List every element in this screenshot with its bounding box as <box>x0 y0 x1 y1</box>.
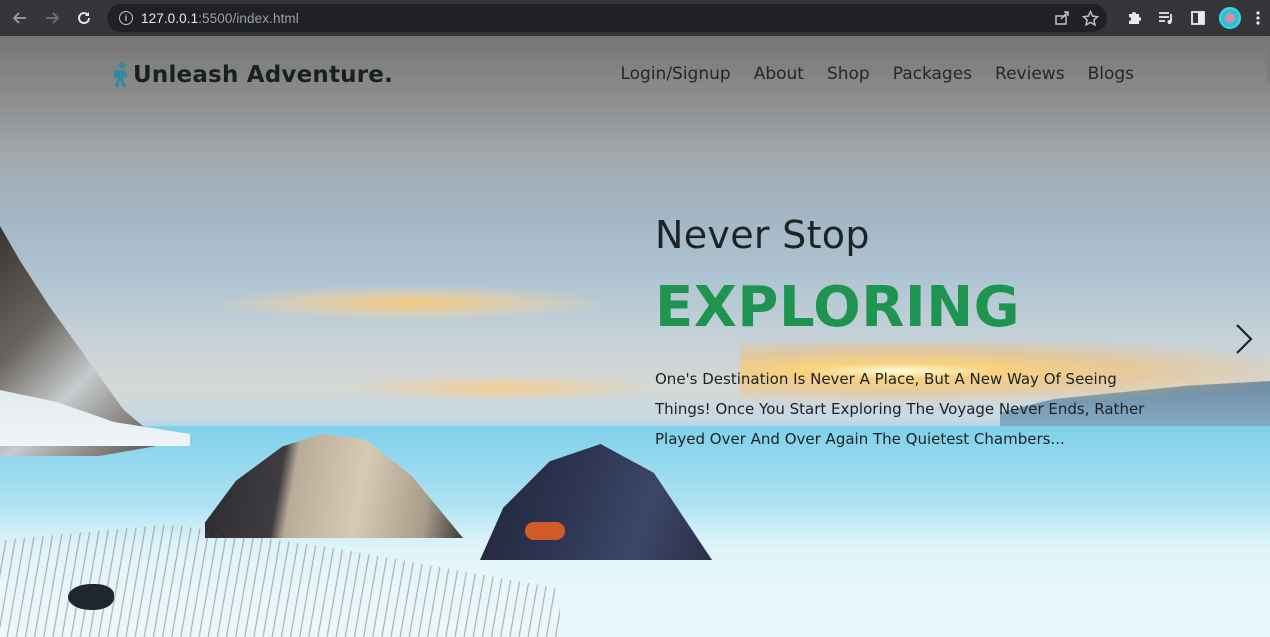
main-nav: Login/Signup About Shop Packages Reviews… <box>620 64 1134 84</box>
share-icon[interactable] <box>1054 10 1070 26</box>
next-slide-button[interactable] <box>1232 322 1256 356</box>
nav-login-signup[interactable]: Login/Signup <box>620 64 730 84</box>
url-text[interactable]: 127.0.0.1:5500/index.html <box>141 11 299 26</box>
chevron-right-icon <box>1236 324 1253 354</box>
profile-avatar[interactable] <box>1219 7 1241 29</box>
logo-text: Unleash Adventure. <box>133 62 394 88</box>
nav-about[interactable]: About <box>754 64 804 84</box>
media-queue-icon[interactable] <box>1150 0 1182 36</box>
arrow-left-icon <box>12 12 26 24</box>
info-icon[interactable]: i <box>119 11 133 25</box>
puzzle-icon[interactable] <box>1118 0 1150 36</box>
arrow-right-icon <box>46 12 60 24</box>
avatar-image <box>1225 13 1235 23</box>
back-button[interactable] <box>4 2 36 34</box>
hiker-icon <box>114 62 127 87</box>
address-bar[interactable]: i 127.0.0.1:5500/index.html <box>107 4 1107 32</box>
reload-icon <box>78 12 90 24</box>
nav-shop[interactable]: Shop <box>827 64 870 84</box>
page-viewport: Unleash Adventure. Login/Signup About Sh… <box>0 36 1270 637</box>
site-logo[interactable]: Unleash Adventure. <box>112 62 393 88</box>
kebab-menu-icon[interactable] <box>1246 0 1270 36</box>
url-host: 127.0.0.1 <box>141 10 199 26</box>
forward-button[interactable] <box>36 2 68 34</box>
nav-packages[interactable]: Packages <box>893 64 972 84</box>
side-panel-icon[interactable] <box>1182 0 1214 36</box>
hero-headline: EXPLORING <box>655 275 1021 340</box>
browser-toolbar: i 127.0.0.1:5500/index.html <box>0 0 1270 36</box>
star-icon[interactable] <box>1082 9 1099 27</box>
nav-reviews[interactable]: Reviews <box>995 64 1065 84</box>
hero-kicker: Never Stop <box>655 213 870 257</box>
reload-button[interactable] <box>68 2 100 34</box>
url-path: :5500/index.html <box>198 10 299 26</box>
hero-content: Never Stop EXPLORING One's Destination I… <box>655 210 1175 454</box>
nav-blogs[interactable]: Blogs <box>1088 64 1134 84</box>
hero-description: One's Destination Is Never A Place, But … <box>655 370 1145 448</box>
